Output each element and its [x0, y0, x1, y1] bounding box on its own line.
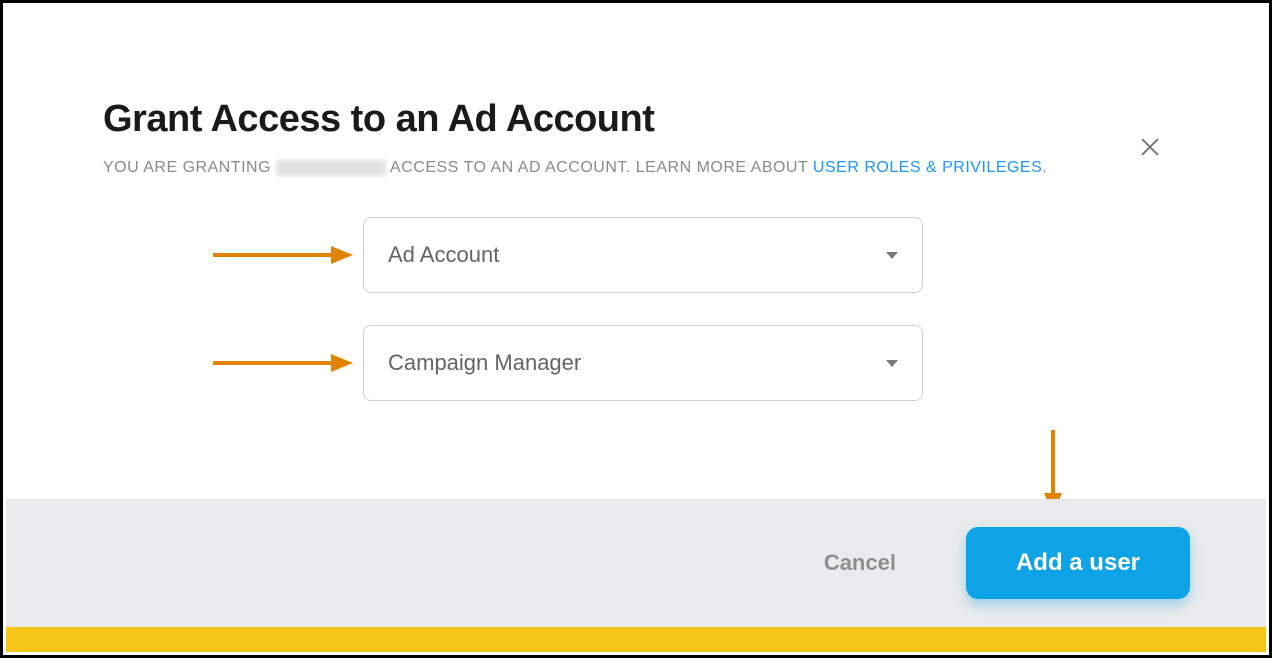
chevron-down-icon — [886, 360, 898, 367]
annotation-arrow-icon — [213, 351, 353, 375]
dialog-body: Grant Access to an Ad Account YOU ARE GR… — [3, 3, 1269, 503]
subtitle-prefix: YOU ARE GRANTING — [103, 159, 276, 176]
close-icon — [1139, 136, 1161, 158]
ad-account-select-label: Ad Account — [388, 242, 499, 268]
chevron-down-icon — [886, 252, 898, 259]
role-select[interactable]: Campaign Manager — [363, 325, 923, 401]
cancel-button[interactable]: Cancel — [824, 550, 896, 576]
accent-bar — [6, 627, 1266, 652]
field-row-role: Campaign Manager — [103, 325, 1169, 401]
user-roles-link[interactable]: USER ROLES & PRIVILEGES — [813, 159, 1042, 176]
dialog-title: Grant Access to an Ad Account — [103, 98, 1169, 141]
fields-container: Ad Account Campaign Manager — [103, 217, 1169, 401]
subtitle-suffix: . — [1042, 159, 1047, 176]
ad-account-select[interactable]: Ad Account — [363, 217, 923, 293]
redacted-username — [276, 160, 386, 176]
add-user-button[interactable]: Add a user — [966, 527, 1190, 599]
role-select-label: Campaign Manager — [388, 350, 581, 376]
close-button[interactable] — [1136, 133, 1164, 161]
annotation-arrow-icon — [213, 243, 353, 267]
field-row-account: Ad Account — [103, 217, 1169, 293]
dialog-subtitle: YOU ARE GRANTING ACCESS TO AN AD ACCOUNT… — [103, 159, 1169, 177]
subtitle-mid: ACCESS TO AN AD ACCOUNT. LEARN MORE ABOU… — [390, 159, 813, 176]
dialog-footer: Cancel Add a user — [6, 499, 1266, 627]
